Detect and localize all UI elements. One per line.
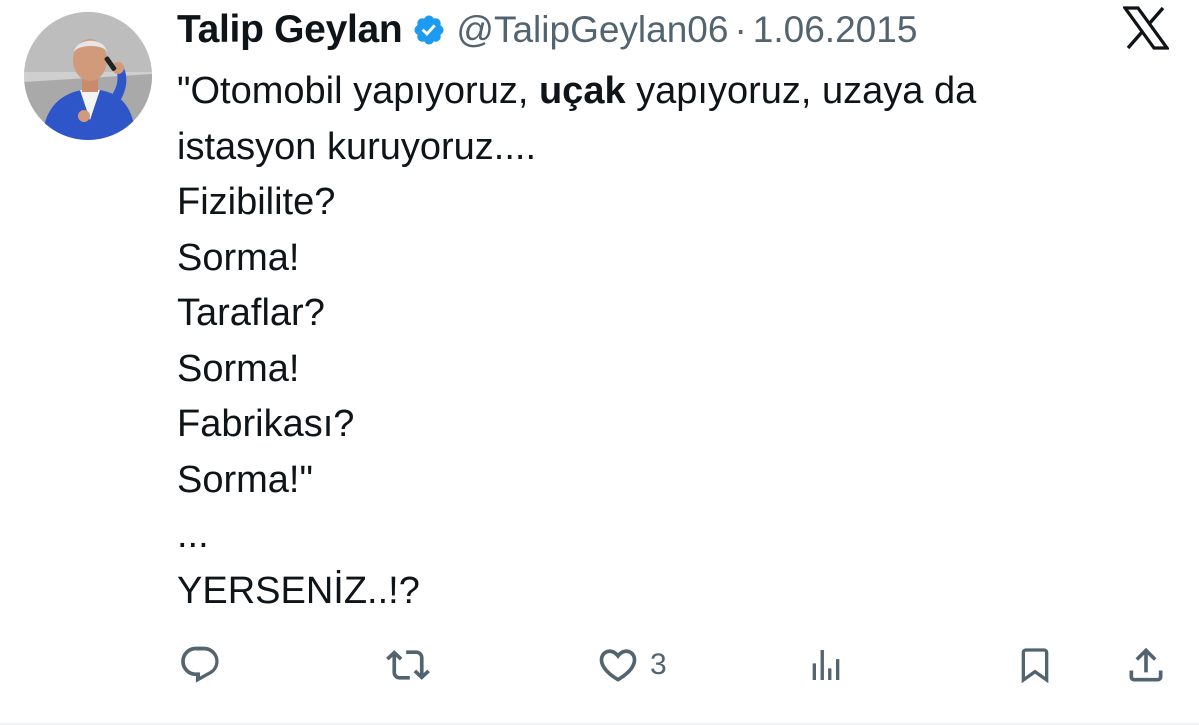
tweet-line-9: ... <box>177 514 209 556</box>
share-icon <box>1129 647 1163 682</box>
reply-icon <box>181 646 219 683</box>
retweet-icon <box>386 650 430 680</box>
heart-icon <box>599 649 637 682</box>
verified-badge-icon[interactable] <box>412 13 446 47</box>
tweet-line-10: YERSENİZ..!? <box>177 569 420 612</box>
handle[interactable]: @TalipGeylan06 <box>456 9 728 51</box>
tweet-text: "Otomobil yapıyoruz, uçak yapıyoruz, uza… <box>177 64 1157 619</box>
tweet-line-1: "Otomobil yapıyoruz, uçak yapıyoruz, uza… <box>177 64 1157 120</box>
bookmark-icon <box>1021 648 1049 684</box>
tweet-line-1-start: "Otomobil yapıyoruz, <box>177 70 539 112</box>
tweet-line-6: Sorma! <box>177 347 300 390</box>
views-icon <box>812 650 840 680</box>
like-button[interactable]: 3 <box>596 640 667 690</box>
tweet-line-7: Fabrikası? <box>177 403 355 445</box>
views-button[interactable] <box>806 640 846 690</box>
like-count: 3 <box>650 648 667 681</box>
tweet-line-4: Sorma! <box>177 236 300 279</box>
tweet-line-3: Fizibilite? <box>177 181 336 223</box>
share-button[interactable] <box>1124 640 1168 690</box>
tweet-actions: 3 <box>0 640 1199 690</box>
display-name[interactable]: Talip Geylan <box>177 8 403 52</box>
separator-dot: · <box>734 9 747 50</box>
profile-photo <box>24 12 152 140</box>
tweet[interactable]: Talip Geylan @TalipGeylan06 · 1.06.2015 … <box>0 0 1199 725</box>
avatar[interactable] <box>24 12 152 140</box>
tweet-line-2: istasyon kuruyoruz.... <box>177 125 537 168</box>
bookmark-button[interactable] <box>1015 640 1055 690</box>
tweet-date[interactable]: 1.06.2015 <box>753 9 918 51</box>
x-logo-icon[interactable] <box>1121 6 1171 50</box>
tweet-line-5: Taraflar? <box>177 292 325 334</box>
retweet-button[interactable] <box>385 640 431 690</box>
tweet-line-1-end: yapıyoruz, uzaya da <box>625 70 977 112</box>
tweet-line-1-bold: uçak <box>538 70 626 112</box>
tweet-header: Talip Geylan @TalipGeylan06 · 1.06.2015 <box>177 2 917 58</box>
reply-button[interactable] <box>178 640 222 690</box>
tweet-line-8: Sorma!" <box>177 458 313 501</box>
